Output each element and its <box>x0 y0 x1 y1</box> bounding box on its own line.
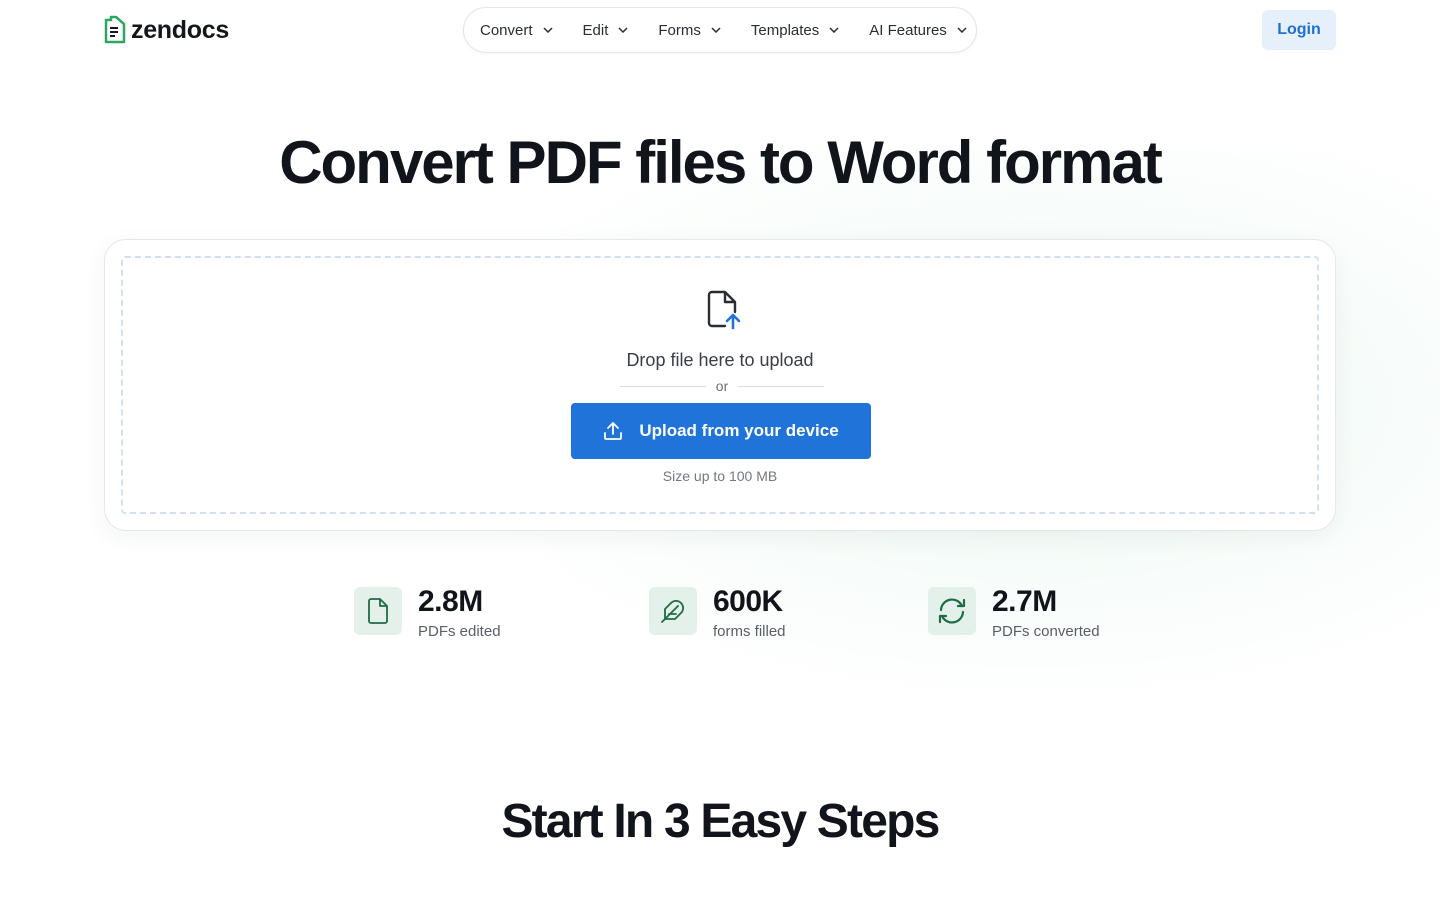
site-header: zendocs Convert Edit Forms Templates AI … <box>0 0 1440 60</box>
upload-card: Drop file here to upload or Upload from … <box>104 239 1336 531</box>
upload-from-device-button[interactable]: Upload from your device <box>571 403 871 459</box>
main-nav: Convert Edit Forms Templates AI Features <box>463 7 977 53</box>
nav-item-templates[interactable]: Templates <box>751 22 839 39</box>
or-label: or <box>715 378 729 394</box>
upload-button-label: Upload from your device <box>639 421 839 440</box>
logo-text: zendocs <box>131 15 229 44</box>
nav-item-label: AI Features <box>869 21 947 39</box>
nav-item-edit[interactable]: Edit <box>583 22 629 39</box>
upload-icon <box>603 421 623 441</box>
stat-pdfs-edited: 2.8M PDFs edited <box>354 585 501 640</box>
logo[interactable]: zendocs <box>103 14 229 46</box>
or-divider: or <box>620 378 825 394</box>
chevron-down-icon <box>711 27 721 33</box>
nav-item-label: Convert <box>480 21 533 39</box>
stat-value: 600K <box>713 585 783 618</box>
nav-item-forms[interactable]: Forms <box>658 22 721 39</box>
nav-item-label: Forms <box>658 21 701 39</box>
file-dropzone[interactable]: Drop file here to upload or Upload from … <box>121 256 1319 514</box>
feather-icon <box>649 587 697 635</box>
chevron-down-icon <box>957 27 967 33</box>
stat-value: 2.8M <box>418 585 483 618</box>
drop-instructions: Drop file here to upload <box>626 350 814 370</box>
document-icon <box>354 587 402 635</box>
nav-item-convert[interactable]: Convert <box>480 22 553 39</box>
stat-value: 2.7M <box>992 585 1057 618</box>
stat-label: PDFs converted <box>992 623 1100 640</box>
stat-label: PDFs edited <box>418 623 501 640</box>
logo-icon <box>104 15 126 44</box>
chevron-down-icon <box>618 27 628 33</box>
stat-pdfs-converted: 2.7M PDFs converted <box>928 585 1100 640</box>
page-title: Convert PDF files to Word format <box>279 129 1163 196</box>
login-button[interactable]: Login <box>1262 10 1336 50</box>
nav-item-label: Templates <box>750 21 820 39</box>
steps-section-title: Start In 3 Easy Steps <box>501 795 940 848</box>
stat-forms-filled: 600K forms filled <box>649 585 786 640</box>
nav-item-label: Edit <box>582 21 609 39</box>
divider-line <box>738 385 825 387</box>
divider-line <box>620 385 706 387</box>
refresh-icon <box>928 587 976 635</box>
stat-label: forms filled <box>713 623 786 640</box>
size-limit-note: Size up to 100 MB <box>662 468 778 484</box>
chevron-down-icon <box>829 27 839 33</box>
file-upload-icon <box>707 290 741 330</box>
chevron-down-icon <box>543 27 553 33</box>
nav-item-ai-features[interactable]: AI Features <box>869 22 967 39</box>
